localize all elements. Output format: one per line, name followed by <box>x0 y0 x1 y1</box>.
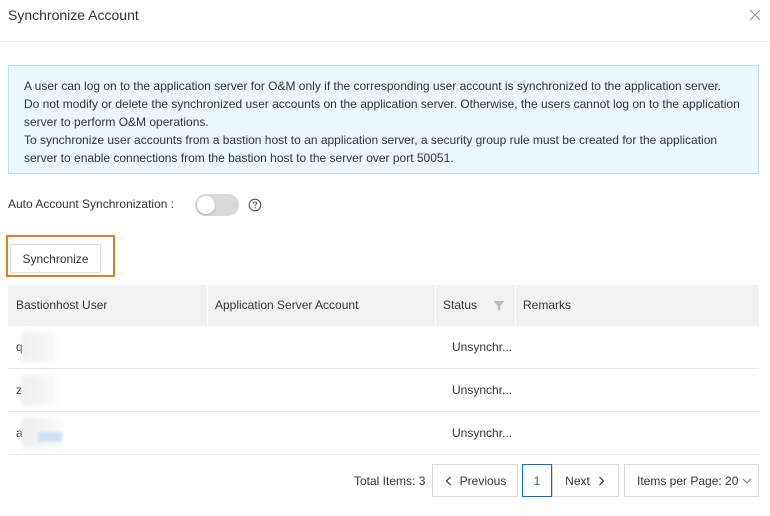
close-icon[interactable] <box>746 6 764 24</box>
synchronize-button[interactable]: Synchronize <box>10 244 101 273</box>
table-header: Bastionhost User Application Server Acco… <box>8 285 759 326</box>
redaction-blur <box>38 432 62 442</box>
chevron-left-icon <box>445 476 451 485</box>
page-size-label: Items per Page: 20 <box>637 473 739 488</box>
accounts-table: Bastionhost User Application Server Acco… <box>8 285 759 455</box>
table-row: a Unsynchr... <box>8 412 759 455</box>
column-header-server-account: Application Server Account <box>215 298 359 312</box>
chevron-right-icon <box>598 476 605 485</box>
dialog-title: Synchronize Account <box>8 7 139 23</box>
notice-line: A user can log on to the application ser… <box>24 79 722 93</box>
column-header-bastionhost-user: Bastionhost User <box>16 298 108 312</box>
page-size-select[interactable]: Items per Page: 20 <box>624 464 759 497</box>
pagination: Total Items: 3 Previous 1 Next Items per… <box>0 464 770 498</box>
redaction-blur <box>22 375 56 405</box>
toggle-knob <box>197 196 215 214</box>
cell-status: Unsynchr... <box>452 340 513 354</box>
table-row: q Unsynchr... <box>8 326 759 369</box>
notice-line: To synchronize user accounts from a bast… <box>24 133 718 147</box>
previous-label: Previous <box>459 473 507 488</box>
redaction-blur <box>22 332 56 362</box>
auto-sync-toggle[interactable] <box>195 194 239 216</box>
notice-line: server to perform O&M operations. <box>24 115 209 129</box>
auto-sync-row: Auto Account Synchronization : <box>8 193 308 217</box>
chevron-down-icon <box>743 478 752 484</box>
dialog-header: Synchronize Account <box>0 0 770 42</box>
notice-line: server to enable connections from the ba… <box>24 151 454 165</box>
auto-sync-label: Auto Account Synchronization : <box>8 197 175 211</box>
next-label: Next <box>565 473 590 488</box>
cell-status: Unsynchr... <box>452 426 513 440</box>
total-items: Total Items: 3 <box>354 474 426 488</box>
help-icon[interactable] <box>248 198 262 212</box>
page-button-current[interactable]: 1 <box>522 464 552 497</box>
info-notice: A user can log on to the application ser… <box>8 65 759 174</box>
table-row: z Unsynchr... <box>8 369 759 412</box>
column-header-remarks: Remarks <box>523 298 572 312</box>
next-page-button[interactable]: Next <box>552 464 619 497</box>
previous-page-button[interactable]: Previous <box>432 464 518 497</box>
notice-line: Do not modify or delete the synchronized… <box>24 97 740 111</box>
cell-status: Unsynchr... <box>452 383 513 397</box>
filter-icon[interactable] <box>493 300 505 312</box>
